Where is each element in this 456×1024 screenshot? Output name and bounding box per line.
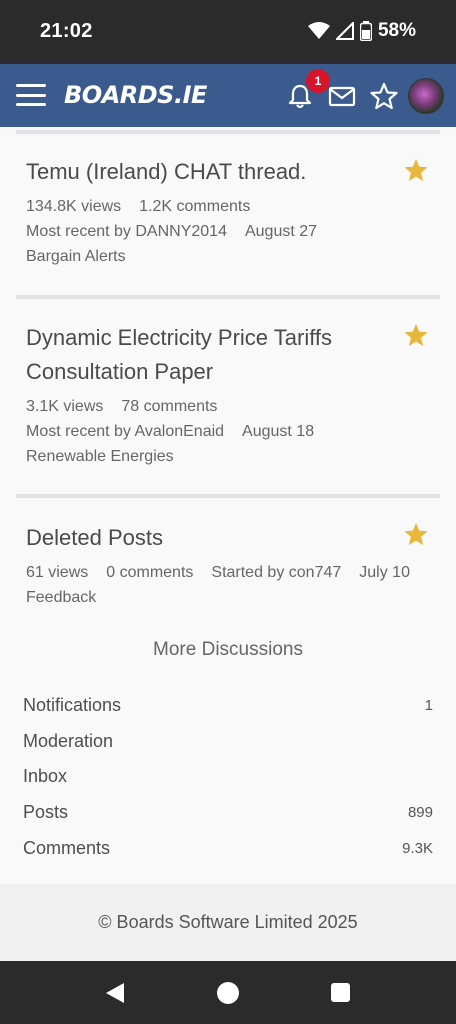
stat-value: 899 xyxy=(407,804,433,821)
discussion-stats: 3.1K views 78 comments xyxy=(26,394,406,419)
comment-count: 1.2K comments xyxy=(139,198,251,215)
divider xyxy=(16,494,440,498)
home-icon[interactable] xyxy=(217,982,239,1004)
stat-label: Posts xyxy=(23,802,69,822)
recent-apps-icon[interactable] xyxy=(331,983,350,1002)
discussion-item[interactable]: Temu (Ireland) CHAT thread. 134.8K views… xyxy=(26,155,406,269)
discussion-list: Temu (Ireland) CHAT thread. 134.8K views… xyxy=(0,127,456,884)
back-icon[interactable] xyxy=(106,983,124,1003)
signal-icon xyxy=(335,22,354,40)
stat-value: 1 xyxy=(424,697,433,714)
stat-label: Moderation xyxy=(23,731,114,751)
view-count: 61 views xyxy=(26,564,89,581)
app-header: BOARDS.IE xyxy=(0,64,456,127)
discussion-item[interactable]: Deleted Posts 61 views 0 comments Started … xyxy=(26,521,446,610)
discussion-recent: Most recent by AvalonEnaid August 18 xyxy=(26,419,406,444)
discussion-title[interactable]: Dynamic Electricity Price Tariffs Consul… xyxy=(26,321,406,389)
stat-value: 9.3K xyxy=(402,840,433,857)
view-count: 3.1K views xyxy=(26,398,104,415)
hamburger-menu-icon[interactable] xyxy=(16,84,46,106)
status-icons: 58% xyxy=(307,20,416,42)
comment-count: 78 comments xyxy=(121,398,218,415)
stat-moderation[interactable]: Moderation xyxy=(23,731,433,755)
comment-count: 0 comments xyxy=(106,564,194,581)
battery-icon xyxy=(359,21,372,41)
user-avatar[interactable] xyxy=(408,78,444,114)
discussion-category[interactable]: Renewable Energies xyxy=(26,444,406,469)
discussion-title[interactable]: Temu (Ireland) CHAT thread. xyxy=(26,155,406,189)
recent-author[interactable]: Most recent by DANNY2014 xyxy=(26,223,227,240)
stat-label: Notifications xyxy=(23,695,122,715)
boards-logo[interactable]: BOARDS.IE xyxy=(64,81,207,109)
stat-comments[interactable]: Comments 9.3K xyxy=(23,838,433,862)
recent-date: August 27 xyxy=(244,223,318,240)
bookmarked-star-icon[interactable] xyxy=(403,521,429,547)
discussion-stats: 61 views 0 comments Started by con747 July … xyxy=(26,560,446,585)
mail-icon[interactable] xyxy=(328,82,356,110)
discussion-category[interactable]: Bargain Alerts xyxy=(26,244,406,269)
battery-percent: 58% xyxy=(377,20,416,41)
status-time: 21:02 xyxy=(40,20,93,42)
stat-label: Comments xyxy=(23,838,111,858)
discussion-recent: Most recent by DANNY2014 August 27 xyxy=(26,219,406,244)
bookmarked-star-icon[interactable] xyxy=(403,157,429,183)
wifi-icon xyxy=(307,22,330,39)
stat-inbox[interactable]: Inbox xyxy=(23,766,433,790)
stat-posts[interactable]: Posts 899 xyxy=(23,802,433,826)
bookmarks-star-icon[interactable] xyxy=(370,82,398,110)
view-count: 134.8K views xyxy=(26,198,122,215)
started-by[interactable]: Started by con747 xyxy=(211,564,341,581)
system-nav-bar xyxy=(0,961,456,1024)
discussion-stats: 134.8K views 1.2K comments xyxy=(26,194,406,219)
started-date: July 10 xyxy=(359,564,410,581)
more-discussions-link[interactable]: More Discussions xyxy=(0,639,456,661)
divider xyxy=(16,130,440,134)
discussion-category[interactable]: Feedback xyxy=(26,585,446,610)
stat-label: Inbox xyxy=(23,766,68,786)
footer-copyright: © Boards Software Limited 2025 xyxy=(0,884,456,961)
stat-notifications[interactable]: Notifications 1 xyxy=(23,695,433,719)
discussion-item[interactable]: Dynamic Electricity Price Tariffs Consul… xyxy=(26,321,406,469)
discussion-title[interactable]: Deleted Posts xyxy=(26,521,446,555)
status-bar: 21:02 58% xyxy=(0,0,456,64)
recent-date: August 18 xyxy=(242,423,315,440)
bookmarked-star-icon[interactable] xyxy=(403,322,429,348)
recent-author[interactable]: Most recent by AvalonEnaid xyxy=(26,423,224,440)
divider xyxy=(16,295,440,299)
notification-badge: 1 xyxy=(306,69,330,93)
